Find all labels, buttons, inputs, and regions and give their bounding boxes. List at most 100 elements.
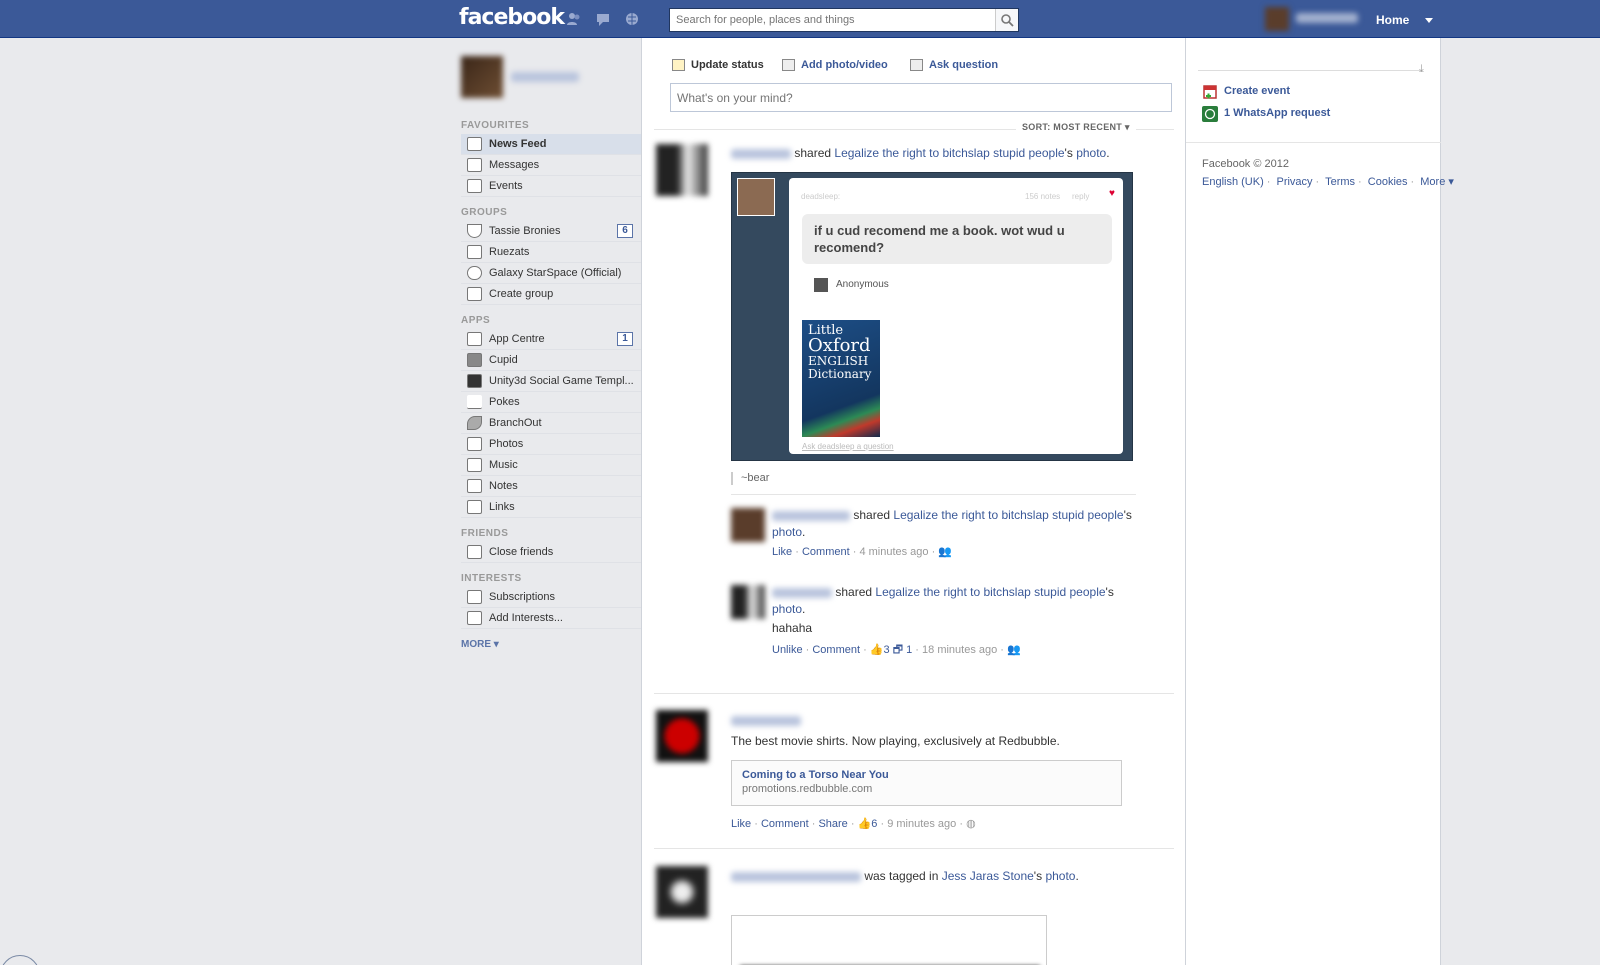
link-title[interactable]: Coming to a Torso Near You <box>742 769 1111 781</box>
page-link[interactable]: Legalize the right to bitchslap stupid <box>893 508 1084 522</box>
photo-link[interactable]: photo <box>772 602 802 616</box>
comment-button[interactable]: Comment <box>761 818 809 830</box>
advertiser-picture[interactable] <box>656 710 708 762</box>
like-count-value: 3 <box>883 644 890 656</box>
friends-audience-icon[interactable]: 👥 <box>1007 644 1021 656</box>
sidebar-item-pokes[interactable]: Pokes <box>461 392 641 413</box>
sidebar-item-messages[interactable]: Messages <box>461 155 641 176</box>
terms-link[interactable]: Terms <box>1325 176 1355 188</box>
cookies-link[interactable]: Cookies <box>1368 176 1408 188</box>
sidebar-item-notes[interactable]: Notes <box>461 476 641 497</box>
more-label: MORE <box>461 639 491 650</box>
account-menu-caret-icon[interactable] <box>1425 18 1433 23</box>
sidebar-item-photos[interactable]: Photos <box>461 434 641 455</box>
profile-link[interactable] <box>461 56 641 110</box>
download-icon[interactable]: ⤓ <box>1419 63 1424 76</box>
ad-actions: Like · Comment · Share · 👍6 · 9 minutes … <box>731 818 976 830</box>
search-box <box>669 8 1019 32</box>
unlike-button[interactable]: Unlike <box>772 644 803 656</box>
sidebar-item-app-centre[interactable]: App Centre 1 <box>461 329 641 350</box>
create-event-link[interactable]: Create event <box>1224 85 1290 97</box>
sidebar-item-branchout[interactable]: BranchOut <box>461 413 641 434</box>
profile-picture[interactable] <box>461 56 503 98</box>
advertiser-name[interactable] <box>731 713 801 727</box>
share-count[interactable]: 🗗 1 <box>893 644 913 656</box>
story-author-name[interactable] <box>731 871 861 882</box>
messages-icon[interactable] <box>596 12 612 26</box>
like-button[interactable]: Like <box>772 546 792 558</box>
friend-requests-icon[interactable] <box>566 12 582 26</box>
status-update-input[interactable] <box>670 83 1172 112</box>
privacy-link[interactable]: Privacy <box>1276 176 1312 188</box>
photo-link[interactable]: photo <box>1076 146 1106 160</box>
profile-name[interactable] <box>511 72 579 82</box>
sidebar-item-subscriptions[interactable]: Subscriptions <box>461 587 641 608</box>
user-avatar[interactable] <box>1265 7 1289 31</box>
notifications-icon[interactable] <box>624 12 640 26</box>
chat-bubble-icon[interactable] <box>0 955 40 965</box>
search-button[interactable] <box>995 9 1018 31</box>
sidebar-item-tassie-bronies[interactable]: Tassie Bronies 6 <box>461 221 641 242</box>
more-link[interactable]: More <box>1420 176 1445 188</box>
sidebar-item-events[interactable]: Events <box>461 176 641 197</box>
sidebar-item-close-friends[interactable]: Close friends <box>461 542 641 563</box>
public-globe-icon[interactable]: ◍ <box>966 818 976 830</box>
sidebar-item-links[interactable]: Links <box>461 497 641 518</box>
sidebar-item-label: Ruezats <box>489 246 530 258</box>
timestamp[interactable]: 9 minutes ago <box>887 818 956 830</box>
share-message: hahaha <box>772 621 813 635</box>
sharer-picture[interactable] <box>731 585 765 619</box>
story-author-name[interactable] <box>731 148 791 159</box>
whatsapp-request-link[interactable]: 1 WhatsApp request <box>1224 107 1330 119</box>
story-author-picture[interactable] <box>656 144 708 196</box>
friends-audience-icon[interactable]: 👥 <box>938 546 952 558</box>
thumbs-up-icon: 👍 <box>857 818 872 830</box>
story-author-picture[interactable] <box>656 866 708 918</box>
tagged-photo[interactable] <box>731 915 1047 965</box>
photo-link[interactable]: photo <box>1045 869 1075 883</box>
sharer-name[interactable] <box>772 587 832 598</box>
unread-count-badge: 6 <box>617 224 633 238</box>
sidebar-item-ruezats[interactable]: Ruezats <box>461 242 641 263</box>
person-link[interactable]: Jess Jaras Stone <box>942 869 1034 883</box>
page-link[interactable]: people <box>1088 508 1124 522</box>
language-link[interactable]: English (UK) <box>1202 176 1264 188</box>
timestamp[interactable]: 4 minutes ago <box>859 546 928 558</box>
sort-dropdown[interactable]: SORT: MOST RECENT ▾ <box>1016 122 1136 133</box>
copyright-text: Facebook © 2012 <box>1202 158 1289 170</box>
timestamp[interactable]: 18 minutes ago <box>922 644 997 656</box>
share-button[interactable]: Share <box>818 818 847 830</box>
shared-photo[interactable]: deadsleep: 156 notes reply if u cud reco… <box>731 172 1133 461</box>
sidebar-item-cupid[interactable]: Cupid <box>461 350 641 371</box>
sidebar-item-label: Galaxy StarSpace (Official) <box>489 267 622 279</box>
home-link[interactable]: Home <box>1376 13 1409 27</box>
sidebar-item-label: BranchOut <box>489 417 542 429</box>
sidebar-item-music[interactable]: Music <box>461 455 641 476</box>
left-navigation: FAVOURITES News Feed Messages Events GRO… <box>461 56 641 650</box>
photo-link[interactable]: photo <box>772 525 802 539</box>
sidebar-item-add-interests[interactable]: Add Interests... <box>461 608 641 629</box>
page-link[interactable]: Legalize the right to bitchslap stupid p… <box>875 585 1105 599</box>
sidebar-more-link[interactable]: MORE ▾ <box>461 639 641 650</box>
share-actions: Like · Comment · 4 minutes ago · 👥 <box>772 546 953 558</box>
sharer-name[interactable] <box>772 510 850 521</box>
like-count[interactable]: 👍6 <box>858 818 878 830</box>
sidebar-item-unity3d[interactable]: Unity3d Social Game Templ... <box>461 371 641 392</box>
search-input[interactable] <box>670 9 988 31</box>
sidebar-item-galaxy-starspace[interactable]: Galaxy StarSpace (Official) <box>461 263 641 284</box>
page-link[interactable]: Legalize the right to bitchslap stupid p… <box>834 146 1064 160</box>
user-name-link[interactable] <box>1296 13 1358 23</box>
tab-label: Add photo/video <box>801 59 888 71</box>
ad-link-preview[interactable]: Coming to a Torso Near You promotions.re… <box>731 760 1122 806</box>
comment-button[interactable]: Comment <box>802 546 850 558</box>
period-text: . <box>1075 869 1079 883</box>
sharer-picture[interactable] <box>731 508 765 542</box>
facebook-logo[interactable]: facebook <box>459 5 565 30</box>
sidebar-item-create-group[interactable]: Create group <box>461 284 641 305</box>
like-count[interactable]: 👍3 <box>870 644 890 656</box>
comment-button[interactable]: Comment <box>812 644 860 656</box>
apps-header: APPS <box>461 315 491 326</box>
sidebar-item-news-feed[interactable]: News Feed <box>461 134 641 155</box>
sidebar-item-label: Notes <box>489 480 518 492</box>
like-button[interactable]: Like <box>731 818 751 830</box>
